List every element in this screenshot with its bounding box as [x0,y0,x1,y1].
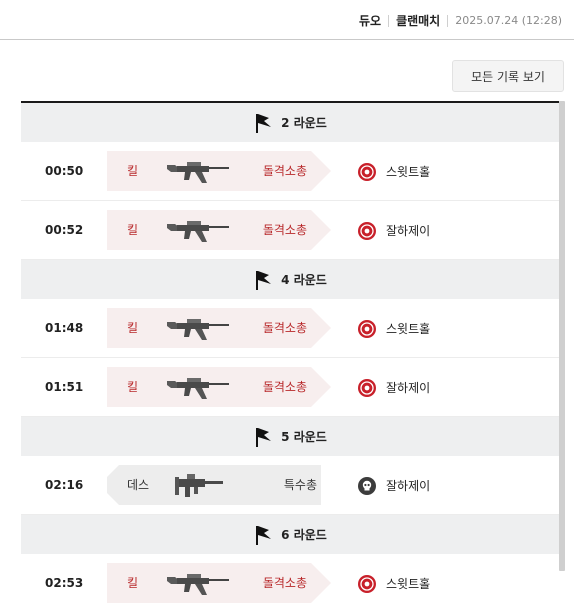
round-label: 4 라운드 [281,273,327,287]
event-time: 00:52 [45,223,84,237]
match-type: 클랜매치 [396,14,441,28]
weapon-class-label: 돌격소총 [262,321,307,335]
round-header: 4 라운드 [21,260,559,299]
event-player: 잘하제이 [358,201,430,260]
assault-rifle-icon [167,319,229,340]
event-row: 00:50 킬 돌격소총 스윗트홀 [21,142,559,201]
event-time: 02:53 [45,576,84,590]
assault-rifle-icon [167,221,229,242]
weapon-class-label: 돌격소총 [262,576,307,590]
round-flag-icon [256,427,272,447]
scrollbar[interactable] [559,101,565,571]
player-name: 스윗트홀 [386,577,431,591]
player-name: 잘하제이 [386,224,431,238]
smg-icon [175,474,223,497]
round-label: 6 라운드 [281,528,327,542]
player-name: 스윗트홀 [386,165,431,179]
skull-icon [358,476,376,495]
kill-card: 킬 돌격소총 [107,563,331,603]
target-icon [358,221,376,240]
divider [447,14,449,27]
weapon-class-label: 돌격소총 [262,164,307,178]
event-time: 02:16 [45,478,84,492]
player-name: 잘하제이 [386,381,431,395]
assault-rifle-icon [167,162,229,183]
kill-card: 킬 돌격소총 [107,308,331,348]
target-icon [358,319,376,338]
event-time: 01:48 [45,321,84,335]
event-row: 02:53 킬 돌격소총 스윗트홀 [21,554,559,610]
view-all-records-button[interactable]: 모든 기록 보기 [452,60,564,92]
match-mode: 듀오 [358,14,382,28]
target-icon [358,162,376,181]
event-player: 스윗트홀 [358,142,430,201]
event-row: 01:51 킬 돌격소총 잘하제이 [21,358,559,417]
weapon-class-label: 돌격소총 [262,223,307,237]
assault-rifle-icon [167,378,229,399]
match-datetime: 2025.07.24 (12:28) [455,14,562,27]
round-label: 5 라운드 [281,430,327,444]
player-name: 스윗트홀 [386,322,431,336]
kill-card: 킬 돌격소총 [107,367,331,407]
match-header-bar: 듀오 클랜매치 2025.07.24 (12:28) [0,0,574,40]
event-action-label: 킬 [127,164,139,178]
weapon-class-label: 특수총 [283,478,317,492]
kill-card: 킬 돌격소총 [107,210,331,250]
event-row: 01:48 킬 돌격소총 스윗트홀 [21,299,559,358]
event-player: 잘하제이 [358,456,430,515]
round-timeline: 2 라운드 00:50 킬 돌격소총 스윗트홀 00:52 킬 돌격소총 잘하제이 4 라운드 01… [21,101,559,610]
assault-rifle-icon [167,574,229,595]
kill-card: 킬 돌격소총 [107,151,331,191]
event-time: 01:51 [45,380,84,394]
round-flag-icon [256,270,272,290]
round-label: 2 라운드 [281,116,327,130]
event-time: 00:50 [45,164,84,178]
round-header: 6 라운드 [21,515,559,554]
event-action-label: 킬 [127,576,139,590]
event-action-label: 데스 [127,478,150,492]
divider [388,14,390,27]
weapon-class-label: 돌격소총 [262,380,307,394]
target-icon [358,378,376,397]
event-action-label: 킬 [127,321,139,335]
round-flag-icon [256,525,272,545]
event-action-label: 킬 [127,223,139,237]
event-player: 잘하제이 [358,358,430,417]
target-icon [358,574,376,593]
player-name: 잘하제이 [386,479,431,493]
event-row: 02:16 데스 특수총 잘하제이 [21,456,559,515]
round-flag-icon [256,113,272,133]
match-meta: 듀오 클랜매치 2025.07.24 (12:28) [359,12,562,29]
round-header: 2 라운드 [21,103,559,142]
event-row: 00:52 킬 돌격소총 잘하제이 [21,201,559,260]
event-action-label: 킬 [127,380,139,394]
round-header: 5 라운드 [21,417,559,456]
event-player: 스윗트홀 [358,299,430,358]
event-player: 스윗트홀 [358,554,430,610]
death-card: 데스 특수총 [107,465,331,505]
